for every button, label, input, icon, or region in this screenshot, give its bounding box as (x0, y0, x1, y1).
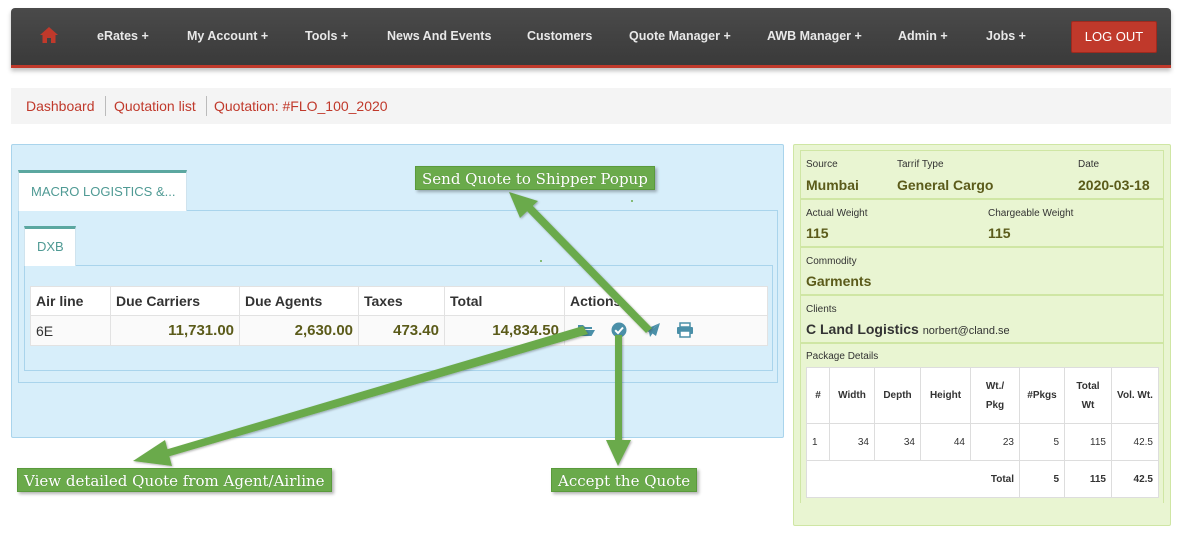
date-label: Date (1078, 159, 1100, 170)
nav-awb-manager[interactable]: AWB Manager + (767, 29, 862, 43)
col-wt-per-pkg: Wt./ Pkg (970, 367, 1020, 424)
quote-panel: MACRO LOGISTICS &... DXB Air line Due Ca… (11, 144, 784, 438)
client-name: C Land Logistics norbert@cland.se (806, 321, 1010, 337)
tarrif-type-value: General Cargo (897, 177, 994, 193)
col-depth: Depth (874, 367, 921, 424)
nav-quote-manager[interactable]: Quote Manager + (629, 29, 731, 43)
pkg-vol-wt: 42.5 (1111, 423, 1159, 461)
print-icon[interactable] (676, 322, 694, 338)
col-vol-wt: Vol. Wt. (1111, 367, 1159, 424)
col-total-wt: Total Wt (1064, 367, 1112, 424)
callout-send-quote: Send Quote to Shipper Popup (415, 166, 655, 190)
source-value: Mumbai (806, 177, 859, 193)
total-wt: 115 (1064, 460, 1112, 498)
details-route-box: Source Mumbai Tarrif Type General Cargo … (800, 150, 1164, 199)
table-header-row: # Width Depth Height Wt./ Pkg #Pkgs Tota… (806, 367, 1159, 424)
pkg-index: 1 (806, 423, 830, 461)
table-row: 6E 11,731.00 2,630.00 473.40 14,834.50 (30, 315, 768, 346)
top-navbar: eRates + My Account + Tools + News And E… (11, 8, 1171, 68)
breadcrumb-current-quotation: Quotation: #FLO_100_2020 (214, 98, 388, 114)
breadcrumb-quotation-list[interactable]: Quotation list (114, 98, 196, 114)
col-index: # (806, 367, 830, 424)
breadcrumb-separator (105, 96, 106, 116)
callout-accept-quote: Accept the Quote (551, 468, 698, 492)
col-width: Width (829, 367, 875, 424)
home-icon[interactable] (39, 26, 59, 44)
actual-weight-label: Actual Weight (806, 208, 868, 219)
total-label: Total (806, 460, 1020, 498)
actual-weight-value: 115 (806, 225, 829, 241)
source-label: Source (806, 159, 838, 170)
cell-total: 14,834.50 (444, 315, 565, 346)
breadcrumb-separator (206, 96, 207, 116)
table-header-row: Air line Due Carriers Due Agents Taxes T… (30, 286, 768, 316)
col-actions: Actions (564, 286, 768, 316)
total-pkgs: 5 (1019, 460, 1065, 498)
nav-erates[interactable]: eRates + (97, 29, 149, 43)
nav-tools[interactable]: Tools + (305, 29, 348, 43)
pkg-width: 34 (829, 423, 875, 461)
chargeable-weight-label: Chargeable Weight (988, 208, 1074, 219)
clients-label: Clients (806, 304, 837, 315)
cell-airline: 6E (30, 315, 111, 346)
date-value: 2020-03-18 (1078, 177, 1150, 193)
breadcrumb-dashboard[interactable]: Dashboard (26, 98, 95, 114)
tab-station[interactable]: DXB (24, 226, 76, 266)
breadcrumb: Dashboard Quotation list Quotation: #FLO… (11, 88, 1171, 124)
details-weight-box: Actual Weight 115 Chargeable Weight 115 (800, 199, 1164, 247)
col-due-agents: Due Agents (239, 286, 359, 316)
nav-news-and-events[interactable]: News And Events (387, 29, 491, 43)
chargeable-weight-value: 115 (988, 225, 1011, 241)
check-circle-icon[interactable] (610, 322, 628, 338)
pkg-count: 5 (1019, 423, 1065, 461)
pkg-wt-per-pkg: 23 (970, 423, 1020, 461)
nav-jobs[interactable]: Jobs + (986, 29, 1026, 43)
rates-table: Air line Due Carriers Due Agents Taxes T… (30, 286, 768, 346)
package-details-label: Package Details (806, 351, 879, 362)
total-vol-wt: 42.5 (1111, 460, 1159, 498)
tab-agent[interactable]: MACRO LOGISTICS &... (18, 170, 187, 211)
client-email: norbert@cland.se (922, 325, 1010, 337)
commodity-label: Commodity (806, 256, 857, 267)
pkg-height: 44 (920, 423, 971, 461)
callout-view-detailed-quote: View detailed Quote from Agent/Airline (17, 468, 332, 492)
quote-details-panel: Source Mumbai Tarrif Type General Cargo … (793, 144, 1171, 526)
commodity-value: Garments (806, 273, 872, 289)
paper-plane-icon[interactable] (643, 322, 661, 338)
details-clients-box: Clients C Land Logistics norbert@cland.s… (800, 295, 1164, 343)
nav-admin[interactable]: Admin + (898, 29, 948, 43)
cell-actions (564, 315, 768, 346)
cell-taxes: 473.40 (358, 315, 445, 346)
nav-customers[interactable]: Customers (527, 29, 592, 43)
details-commodity-box: Commodity Garments (800, 247, 1164, 295)
table-row: 1 34 34 44 23 5 115 42.5 (806, 423, 1159, 461)
col-taxes: Taxes (358, 286, 445, 316)
pkg-depth: 34 (874, 423, 921, 461)
nav-my-account[interactable]: My Account + (187, 29, 268, 43)
client-name-text: C Land Logistics (806, 321, 919, 337)
folder-open-icon[interactable] (577, 322, 595, 338)
tarrif-type-label: Tarrif Type (897, 159, 944, 170)
logout-button[interactable]: LOG OUT (1071, 21, 1157, 53)
cell-due-carriers: 11,731.00 (110, 315, 240, 346)
col-airline: Air line (30, 286, 111, 316)
col-due-carriers: Due Carriers (110, 286, 240, 316)
package-table: # Width Depth Height Wt./ Pkg #Pkgs Tota… (806, 367, 1159, 498)
pkg-total-wt: 115 (1064, 423, 1112, 461)
col-pkgs: #Pkgs (1019, 367, 1065, 424)
cell-due-agents: 2,630.00 (239, 315, 359, 346)
col-total: Total (444, 286, 565, 316)
table-total-row: Total 5 115 42.5 (806, 460, 1159, 498)
col-height: Height (920, 367, 971, 424)
